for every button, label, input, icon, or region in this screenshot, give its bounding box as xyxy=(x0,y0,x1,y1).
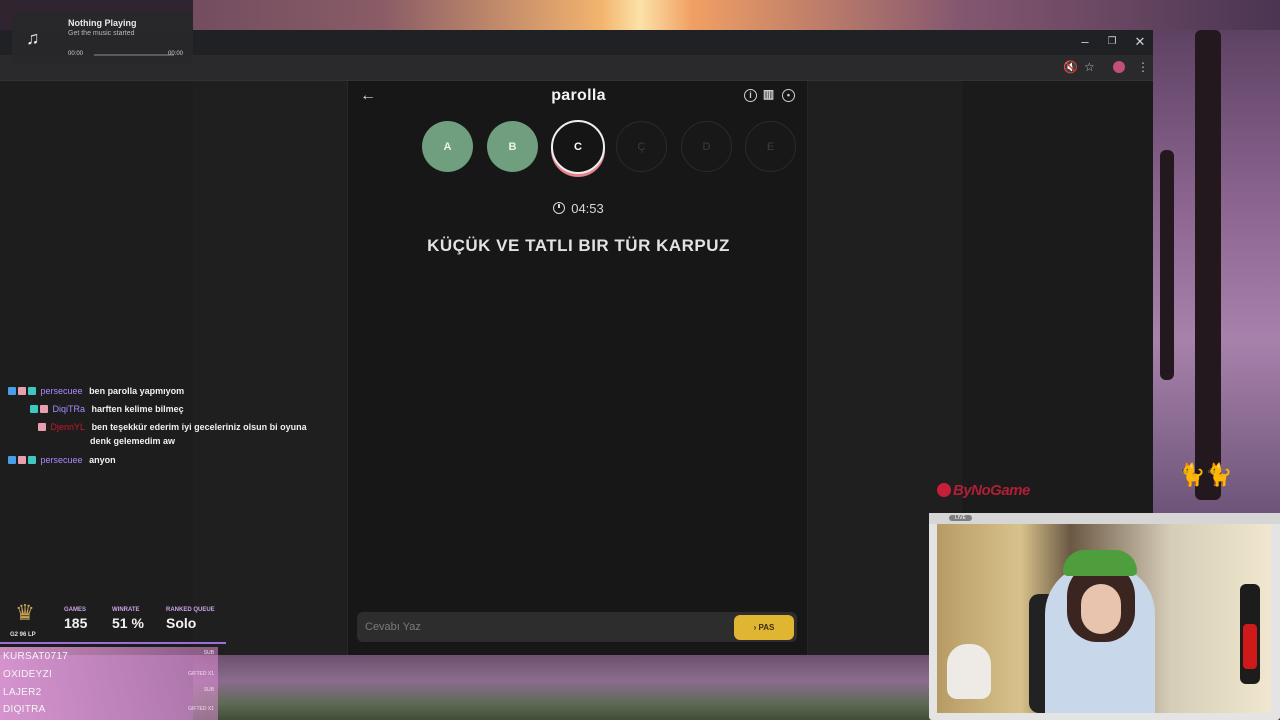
letter-label: Ç xyxy=(637,140,646,153)
letter-label: C xyxy=(574,141,582,153)
queue-label: RANKED QUEUE xyxy=(166,607,215,613)
stats-divider xyxy=(0,642,226,644)
chat-text: anyon xyxy=(89,455,116,465)
timer-value: 04:53 xyxy=(571,201,604,216)
sub-tag: SUB xyxy=(203,687,214,693)
winrate-label: WINRATE xyxy=(112,607,140,613)
rank-emblem-icon: ♛ xyxy=(15,600,35,625)
menu-kebab-icon[interactable]: ⋮ xyxy=(1137,60,1149,74)
webcam-frame: LIVE xyxy=(929,513,1280,720)
badge-icon xyxy=(18,387,26,395)
mute-icon[interactable]: 🔇 xyxy=(1063,60,1078,74)
answer-input[interactable] xyxy=(365,618,725,636)
media-time-start: 00:00 xyxy=(68,51,84,57)
chat-message: persecuee ben parolla yapmıyom xyxy=(8,384,184,398)
badge-icon xyxy=(8,456,16,464)
webcam-titlebar: LIVE xyxy=(929,513,1280,524)
letter-circle-a[interactable]: A xyxy=(422,121,473,172)
question-text: KÜÇÜK VE TATLI BIR TÜR KARPUZ xyxy=(427,236,730,255)
chat-username: DjennYL xyxy=(50,422,86,432)
chat-text: harften kelime bilmeç xyxy=(91,404,184,414)
rank-lp: G2 96 LP xyxy=(10,632,36,638)
sub-tag: SUB xyxy=(203,650,214,656)
close-icon[interactable]: ✕ xyxy=(1130,34,1150,50)
badge-icon xyxy=(38,423,46,431)
letter-circle-d[interactable]: D xyxy=(681,121,732,172)
letter-label: D xyxy=(702,140,711,153)
winrate-value: 51 % xyxy=(112,615,144,631)
letter-circle-c-cedilla[interactable]: Ç xyxy=(616,121,667,172)
pass-button[interactable]: › PAS xyxy=(734,615,794,640)
restore-icon[interactable]: ❐ xyxy=(1102,36,1122,47)
sub-list: KURSAT0717 SUB OXIDEYZI GIFTED X1 LAJER2… xyxy=(0,647,218,720)
answer-bar: › PAS xyxy=(357,612,797,642)
badge-icon xyxy=(28,387,36,395)
brand-text: ByNoGame xyxy=(953,482,1030,499)
sub-name: OXIDEYZI xyxy=(3,669,53,680)
media-progress-bar[interactable] xyxy=(94,54,174,56)
chat-text: ben parolla yapmıyom xyxy=(89,386,185,396)
brand-logo: ByNoGame xyxy=(937,482,1030,499)
games-label: GAMES xyxy=(64,607,87,613)
chevron-right-icon: › xyxy=(753,623,757,632)
page-left-gutter xyxy=(0,81,193,655)
letter-progress: A B C Ç D E xyxy=(422,120,802,175)
sub-tag: GIFTED X1 xyxy=(188,671,214,677)
badge-icon xyxy=(28,456,36,464)
webcam-cat xyxy=(947,644,991,699)
chat-message-continued: denk gelemedim aw xyxy=(90,434,175,448)
webcam-face xyxy=(1081,584,1121,634)
countdown-timer: 04:53 xyxy=(348,201,809,216)
parolla-app: ← parolla i ▥ • A B C Ç D E 04:53 KÜÇÜK … xyxy=(347,81,808,655)
letter-circle-c-current[interactable]: C xyxy=(551,120,605,174)
media-player-overlay: ♫ Nothing Playing Get the music started … xyxy=(12,12,193,64)
media-time-end: 00:00 xyxy=(168,51,184,57)
letter-circle-e[interactable]: E xyxy=(745,121,796,172)
page-title: parolla xyxy=(551,87,606,104)
live-badge: LIVE xyxy=(949,515,972,521)
info-icon[interactable]: i xyxy=(744,89,757,102)
minimize-icon[interactable]: – xyxy=(1075,34,1095,49)
media-title: Nothing Playing xyxy=(68,18,137,28)
music-note-icon: ♫ xyxy=(26,28,40,48)
chat-message: DiqiTRa harften kelime bilmeç xyxy=(30,402,184,416)
chat-username: persecuee xyxy=(40,386,83,396)
badge-icon xyxy=(40,405,48,413)
sub-name: LAJER2 xyxy=(3,687,42,698)
star-icon[interactable]: ☆ xyxy=(1084,60,1095,74)
brand-mark-icon xyxy=(937,483,951,497)
tree-trunk xyxy=(1195,30,1221,500)
webcam-mic-light xyxy=(1243,624,1257,669)
app-header: ← parolla i ▥ • xyxy=(348,81,809,113)
chat-text: ben teşekkür ederim iyi geceleriniz olsu… xyxy=(91,422,307,432)
games-value: 185 xyxy=(64,615,88,631)
chat-username: DiqiTRa xyxy=(52,404,86,414)
letter-circle-b[interactable]: B xyxy=(487,121,538,172)
badge-icon xyxy=(18,456,26,464)
background-flowers-bottom xyxy=(193,655,933,720)
sub-name: KURSAT0717 xyxy=(3,651,69,662)
queue-value: Solo xyxy=(166,615,197,631)
stats-icon[interactable]: ▥ xyxy=(762,88,775,102)
chat-message: DjennYL ben teşekkür ederim iyi geceleri… xyxy=(38,420,307,434)
webcam-feed xyxy=(937,524,1271,713)
clock-icon xyxy=(553,202,566,214)
media-subtitle: Get the music started xyxy=(68,30,135,37)
letter-label: B xyxy=(508,140,517,153)
chat-message: persecuee anyon xyxy=(8,453,116,467)
profile-icon[interactable] xyxy=(1113,61,1125,73)
user-icon[interactable]: • xyxy=(782,89,795,102)
letter-label: E xyxy=(766,140,775,153)
webcam-frog-hat xyxy=(1063,550,1137,576)
chat-username: persecuee xyxy=(40,455,83,465)
tree-trunk xyxy=(1160,150,1174,380)
letter-label: A xyxy=(443,140,452,153)
sub-name: DIQITRA xyxy=(3,704,46,715)
pass-label: PAS xyxy=(758,623,775,632)
badge-icon xyxy=(30,405,38,413)
sub-tag: GIFTED X1 xyxy=(188,706,214,712)
pixel-cats-icon: 🐈🐈 xyxy=(1178,462,1233,487)
badge-icon xyxy=(8,387,16,395)
chat-text: denk gelemedim aw xyxy=(90,436,176,446)
